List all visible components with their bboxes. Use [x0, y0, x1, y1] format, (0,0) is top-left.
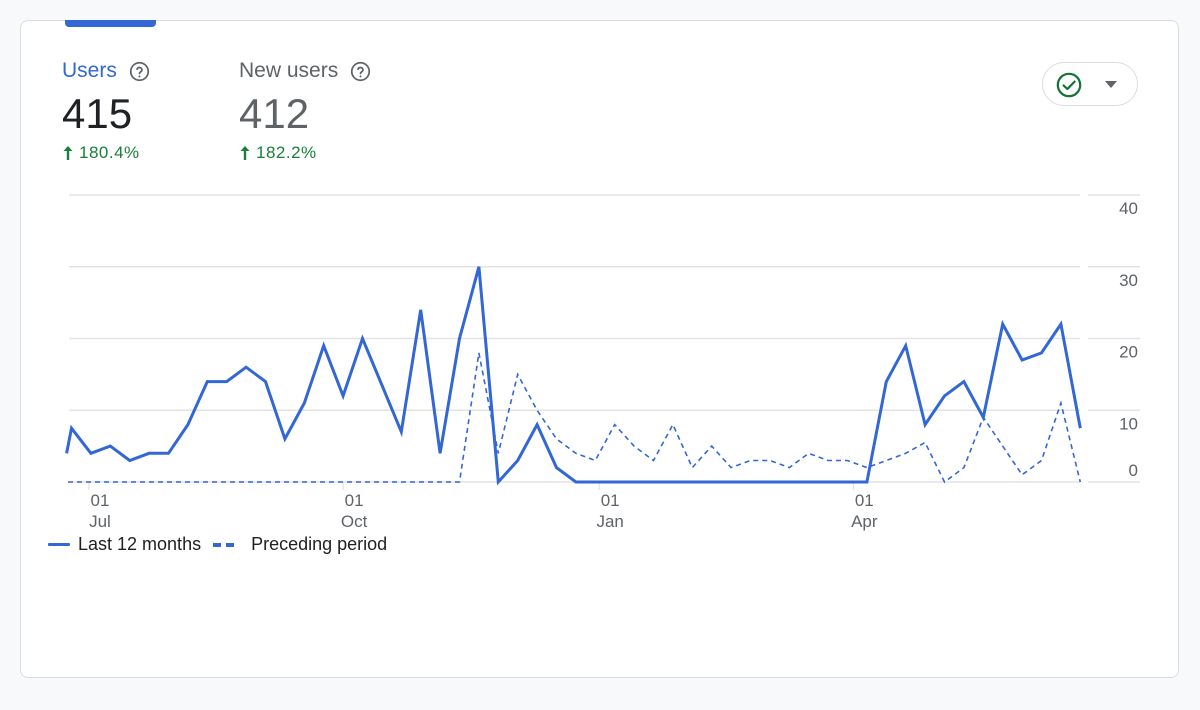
- x-tick-month: Jul: [89, 512, 111, 531]
- y-axis-ticks: 0 10 20 30 40: [1119, 199, 1138, 480]
- legend-item-last-12-months[interactable]: Last 12 months: [48, 534, 201, 555]
- chart-gridlines: [69, 194, 1140, 483]
- y-tick-label: 0: [1129, 461, 1138, 480]
- x-tick-day: 01: [90, 491, 109, 510]
- users-line-chart: 0 10 20 30 40 01 Jul 01 Oct 01 Jan 01 Apr: [65, 194, 1140, 531]
- y-tick-label: 30: [1119, 271, 1138, 290]
- x-tick-month: Oct: [341, 512, 368, 531]
- y-tick-label: 20: [1119, 343, 1138, 362]
- legend-swatch-dashed: [213, 542, 239, 547]
- x-tick-day: 01: [855, 491, 874, 510]
- x-tick-day: 01: [601, 491, 620, 510]
- legend-swatch-solid: [48, 543, 70, 546]
- legend-label: Last 12 months: [78, 534, 202, 554]
- legend-item-preceding-period[interactable]: Preceding period: [213, 534, 387, 555]
- legend-label: Preceding period: [251, 534, 388, 554]
- chart-series: [65, 266, 1082, 486]
- chart-legend: Last 12 months Preceding period: [48, 534, 399, 555]
- x-tick-month: Jan: [596, 512, 623, 531]
- y-tick-label: 10: [1119, 414, 1138, 433]
- x-axis-ticks: 01 Jul 01 Oct 01 Jan 01 Apr: [88, 482, 878, 531]
- y-tick-label: 40: [1119, 199, 1138, 218]
- x-tick-day: 01: [345, 491, 364, 510]
- x-tick-month: Apr: [851, 512, 878, 531]
